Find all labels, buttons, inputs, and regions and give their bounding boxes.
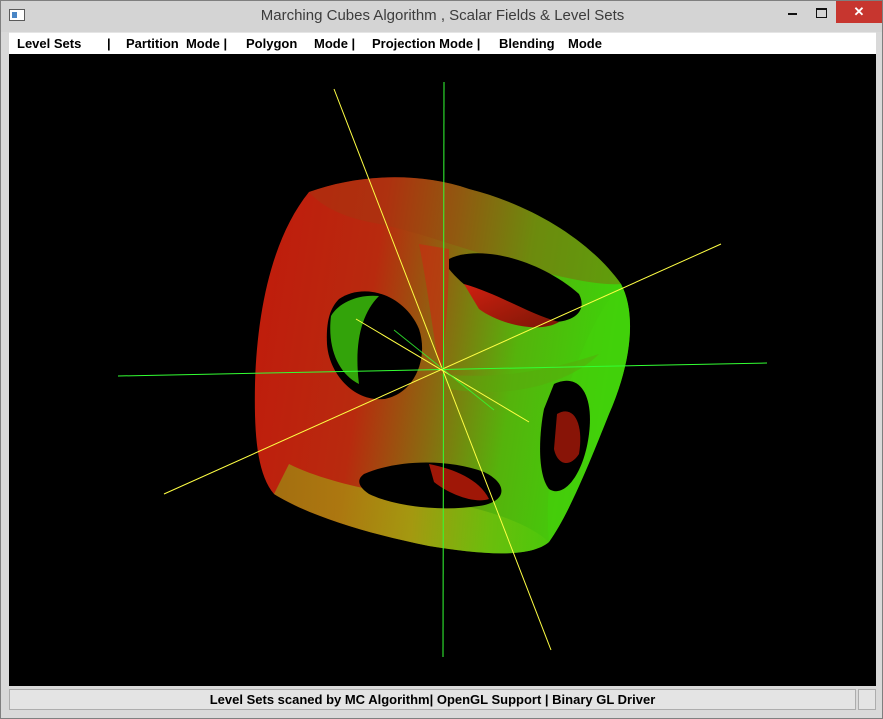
window-title: Marching Cubes Algorithm , Scalar Fields…	[260, 7, 625, 24]
render-canvas	[117, 81, 768, 658]
status-bar: Level Sets scaned by MC Algorithm| OpenG…	[9, 689, 856, 710]
menu-level-sets[interactable]: Level Sets	[17, 36, 81, 51]
menu-partition-mode[interactable]: Partition Mode |	[126, 36, 227, 51]
menu-blending[interactable]: Blending	[499, 36, 555, 51]
close-button[interactable]: ✕	[836, 1, 882, 23]
menu-separator: |	[107, 36, 111, 51]
status-bar-grip[interactable]	[858, 689, 876, 710]
close-icon: ✕	[853, 4, 865, 19]
menu-projection-mode[interactable]: Projection Mode |	[372, 36, 480, 51]
opengl-viewport[interactable]	[9, 54, 876, 686]
menu-polygon-mode[interactable]: Mode |	[314, 36, 355, 51]
menu-polygon[interactable]: Polygon	[246, 36, 297, 51]
minimize-icon	[787, 12, 797, 15]
title-bar[interactable]: Marching Cubes Algorithm , Scalar Fields…	[1, 1, 882, 32]
maximize-icon	[815, 7, 827, 18]
menu-blending-mode[interactable]: Mode	[568, 36, 602, 51]
menu-bar: Level Sets | Partition Mode | Polygon Mo…	[9, 32, 876, 55]
maximize-button[interactable]	[807, 1, 835, 23]
app-window: Marching Cubes Algorithm , Scalar Fields…	[0, 0, 883, 719]
minimize-button[interactable]	[777, 1, 807, 23]
